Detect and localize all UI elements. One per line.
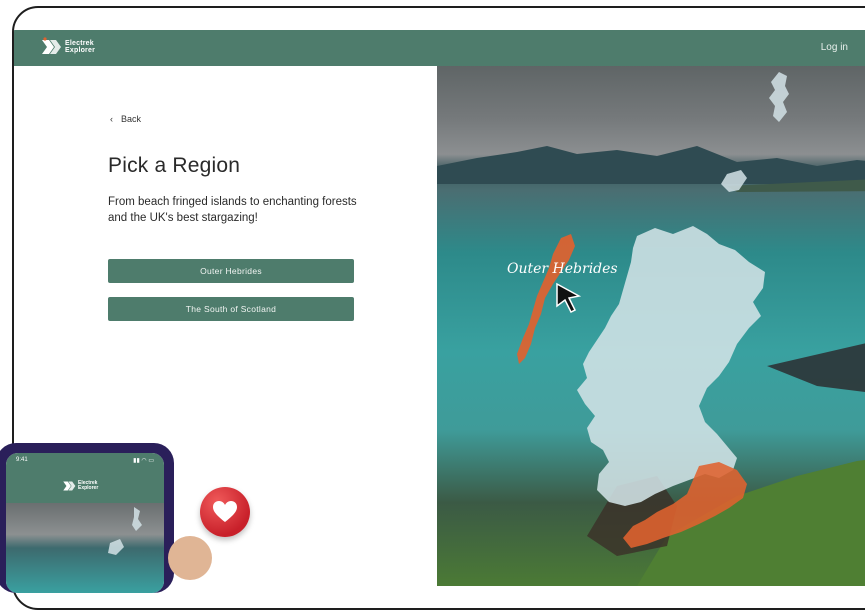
phone-status-bar: 9:41 ▮▮ ◠ ▭ [6,453,164,467]
phone-shetland-shape [108,507,142,555]
phone-mockup: 9:41 ▮▮ ◠ ▭ Electrek Explorer [0,443,174,593]
brand-name: Electrek Explorer [65,40,95,54]
electrek-logo-icon [42,37,61,54]
chevron-left-icon: ‹ [110,114,113,124]
back-link[interactable]: ‹ Back [110,114,141,124]
map-hover-label: Outer Hebrides [507,261,618,277]
heart-icon [213,501,237,522]
south-of-scotland-button[interactable]: The South of Scotland [108,297,354,321]
brand-logo[interactable]: Electrek Explorer [40,36,95,58]
page-subtitle: From beach fringed islands to enchanting… [108,196,357,224]
phone-screen: 9:41 ▮▮ ◠ ▭ Electrek Explorer [6,453,164,593]
outer-hebrides-button[interactable]: Outer Hebrides [108,259,354,283]
scotland-map [517,72,789,548]
back-label: Back [121,114,142,124]
mouse-cursor-icon [556,282,582,314]
phone-map-image [6,503,164,593]
phone-brand-name-line2: Explorer [78,485,99,491]
phone-brand-name: Electrek Explorer [78,481,98,491]
signal-icon: ▮▮ ◠ ▭ [133,458,154,464]
brand-name-line1: Electrek [65,40,94,47]
phone-time: 9:41 [16,457,28,463]
shetland-islands [769,72,789,122]
top-navbar: Electrek Explorer Log in [14,30,865,66]
heart-reaction-bubble [200,487,250,537]
page-title: Pick a Region [108,154,241,177]
hand-thumb [168,536,212,580]
phone-brand-logo: Electrek Explorer [62,479,98,493]
electrek-logo-icon [63,481,76,491]
brand-name-line2: Explorer [65,47,95,54]
login-link[interactable]: Log in [821,42,848,53]
phone-navbar: Electrek Explorer [6,467,164,503]
orkney-islands [721,170,747,192]
scotland-map-panel: Outer Hebrides [437,66,865,586]
